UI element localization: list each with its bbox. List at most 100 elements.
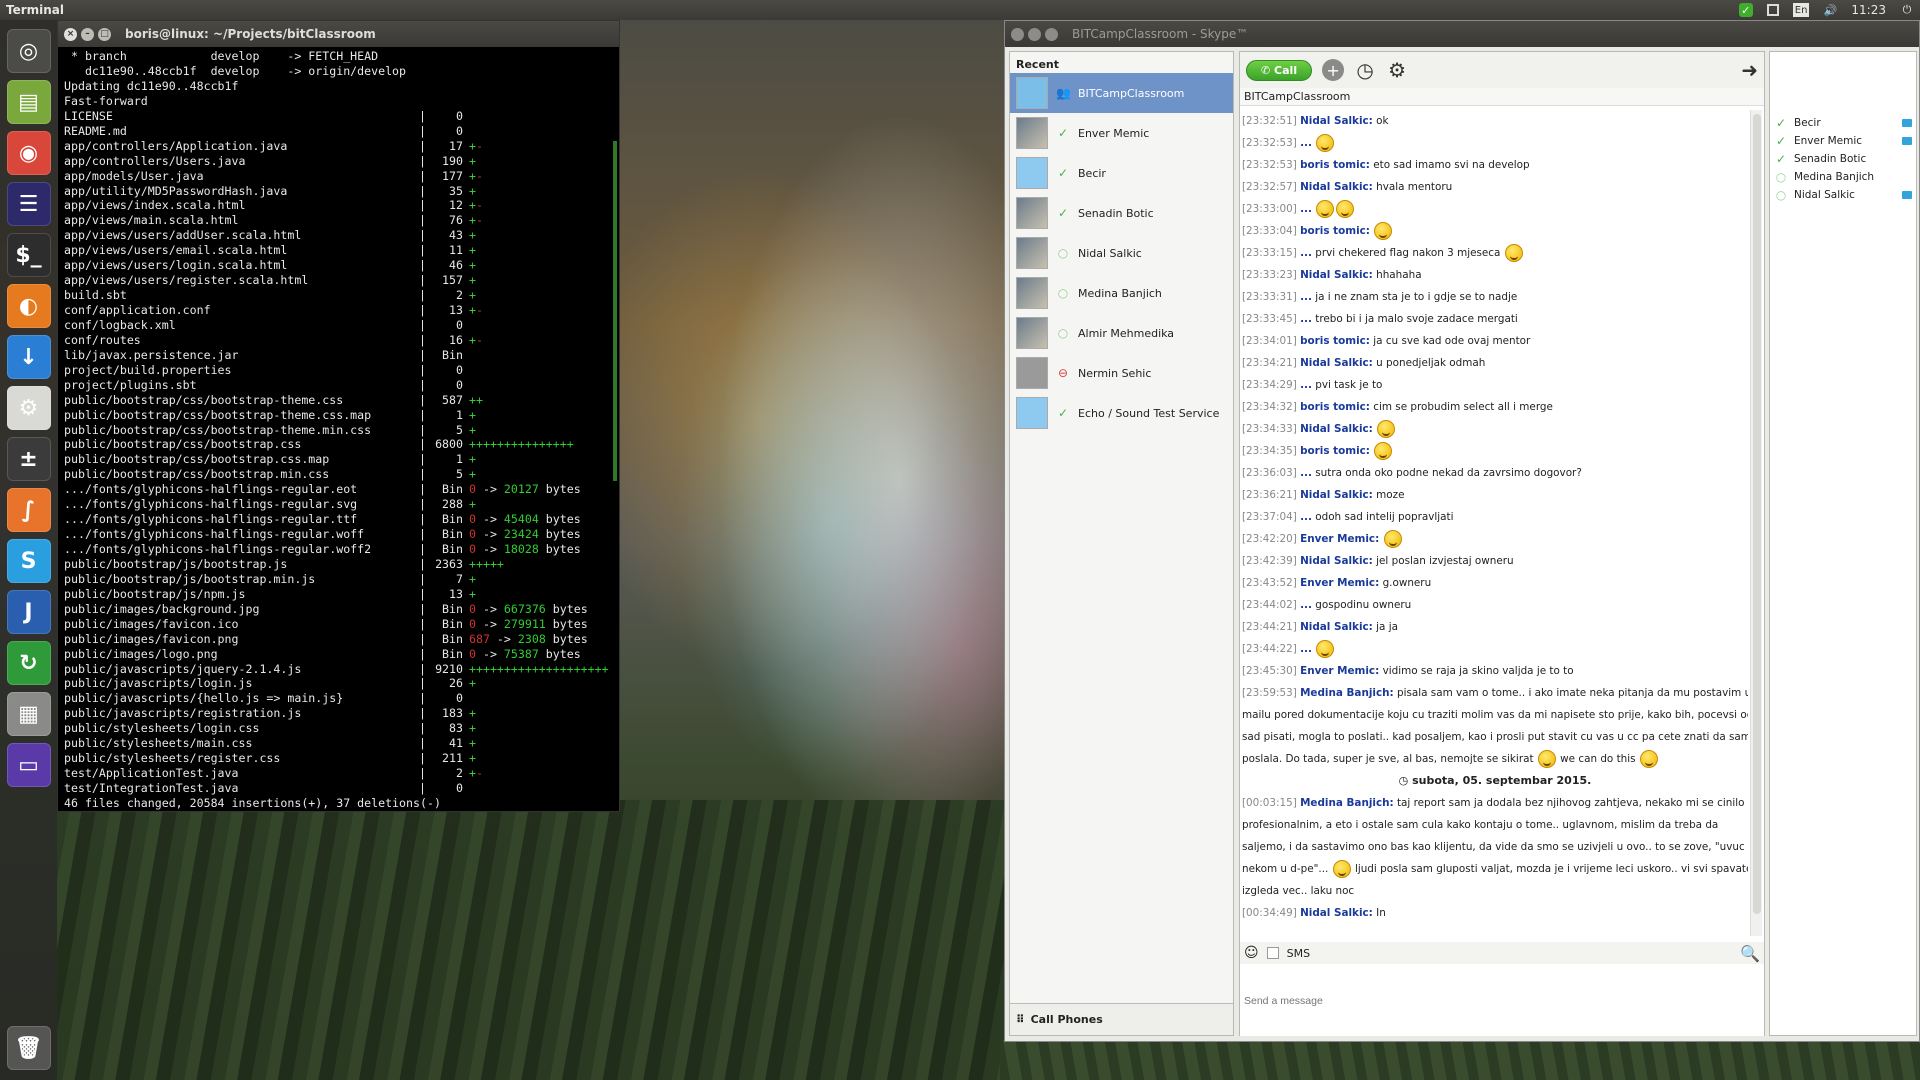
chat-message[interactable]: [23:42:39] Nidal Salkic: jel poslan izvj… xyxy=(1242,550,1748,572)
message-author[interactable]: boris tomic: xyxy=(1300,159,1370,171)
message-author[interactable]: ... xyxy=(1300,203,1312,215)
chat-message[interactable]: mailu pored dokumentacije koju cu trazit… xyxy=(1242,704,1748,726)
launcher-eclipse-icon[interactable]: ☰ xyxy=(6,182,51,226)
message-author[interactable]: Nidal Salkic: xyxy=(1300,907,1373,919)
message-author[interactable]: Nidal Salkic: xyxy=(1300,423,1373,435)
terminal-titlebar[interactable]: × – □ boris@linux: ~/Projects/bitClassro… xyxy=(58,21,619,47)
contact-item[interactable]: ○ Almir Mehmedika xyxy=(1010,313,1233,353)
message-author[interactable]: ... xyxy=(1300,599,1312,611)
chat-message[interactable]: [23:59:53] Medina Banjich: pisala sam va… xyxy=(1242,682,1748,704)
message-author[interactable]: ... xyxy=(1300,379,1312,391)
chat-message[interactable]: [23:33:31] ... ja i ne znam sta je to i … xyxy=(1242,286,1748,308)
message-author[interactable]: Nidal Salkic: xyxy=(1300,115,1373,127)
chat-message[interactable]: [23:33:45] ... trebo bi i ja malo svoje … xyxy=(1242,308,1748,330)
launcher-firefox-icon[interactable]: ◐ xyxy=(6,284,51,328)
participant-item[interactable]: ✓ Enver Memic xyxy=(1770,132,1916,150)
chat-message[interactable]: [23:32:57] Nidal Salkic: hvala mentoru xyxy=(1242,176,1748,198)
chat-message[interactable]: [23:34:01] boris tomic: ja cu sve kad od… xyxy=(1242,330,1748,352)
contact-item[interactable]: 👥 BITCampClassroom xyxy=(1010,73,1233,113)
chat-message[interactable]: [23:36:03] ... sutra onda oko podne neka… xyxy=(1242,462,1748,484)
contact-item[interactable]: ✓ Echo / Sound Test Service xyxy=(1010,393,1233,433)
message-author[interactable]: ... xyxy=(1300,467,1312,479)
call-button[interactable]: ✆ Call xyxy=(1246,59,1313,81)
message-input[interactable] xyxy=(1240,966,1764,1036)
maximize-icon[interactable] xyxy=(1045,27,1058,41)
message-author[interactable]: Nidal Salkic: xyxy=(1300,181,1373,193)
terminal-window[interactable]: × – □ boris@linux: ~/Projects/bitClassro… xyxy=(57,20,620,812)
message-author[interactable]: Medina Banjich: xyxy=(1300,797,1394,809)
emoticon-icon[interactable]: ☺ xyxy=(1244,945,1259,961)
chat-message[interactable]: [23:34:33] Nidal Salkic: xyxy=(1242,418,1748,440)
chat-message[interactable]: [23:33:23] Nidal Salkic: hhahaha xyxy=(1242,264,1748,286)
message-author[interactable]: ... xyxy=(1300,643,1312,655)
chat-message[interactable]: [23:45:30] Enver Memic: vidimo se raja j… xyxy=(1242,660,1748,682)
launcher-workspaces-icon[interactable]: ▦ xyxy=(6,692,51,736)
chat-message[interactable]: [23:44:02] ... gospodinu owneru xyxy=(1242,594,1748,616)
message-author[interactable]: Nidal Salkic: xyxy=(1300,621,1373,633)
message-author[interactable]: Nidal Salkic: xyxy=(1300,269,1373,281)
launcher-downloads-icon[interactable]: ↓ xyxy=(6,335,51,379)
chat-message[interactable]: [23:34:35] boris tomic: xyxy=(1242,440,1748,462)
terminal-output[interactable]: * branch develop -> FETCH_HEAD dc11e90..… xyxy=(58,47,619,813)
message-author[interactable]: ... xyxy=(1300,511,1312,523)
chat-message[interactable]: [23:44:21] Nidal Salkic: ja ja xyxy=(1242,616,1748,638)
minimize-icon[interactable]: – xyxy=(81,27,94,41)
clock[interactable]: 11:23 xyxy=(1851,3,1886,17)
chat-message[interactable]: [23:44:22] ... xyxy=(1242,638,1748,660)
launcher-terminal-icon[interactable]: $_ xyxy=(6,233,51,277)
participant-item[interactable]: ○ Nidal Salkic xyxy=(1770,186,1916,204)
chat-message[interactable]: nekom u d-pe"... ljudi posla sam glupost… xyxy=(1242,858,1748,880)
launcher-files-icon[interactable]: ▤ xyxy=(6,80,51,124)
skype-titlebar[interactable]: BITCampClassroom - Skype™ xyxy=(1005,21,1919,47)
contact-item[interactable]: ✓ Becir xyxy=(1010,153,1233,193)
chat-message[interactable]: [23:34:29] ... pvi task je to xyxy=(1242,374,1748,396)
message-author[interactable]: boris tomic: xyxy=(1300,225,1370,237)
window-indicator-icon[interactable] xyxy=(1766,4,1779,16)
chat-message[interactable]: [23:34:21] Nidal Salkic: u ponedjeljak o… xyxy=(1242,352,1748,374)
contact-item[interactable]: ○ Medina Banjich xyxy=(1010,273,1233,313)
power-icon[interactable]: ⏻ xyxy=(1900,3,1914,17)
launcher-settings-icon[interactable]: ⚙ xyxy=(6,386,51,430)
chat-message[interactable]: poslala. Do tada, super je sve, al bas, … xyxy=(1242,748,1748,770)
skype-window[interactable]: BITCampClassroom - Skype™ Recent 👥 BITCam… xyxy=(1004,20,1920,1042)
chat-message[interactable]: profesionalnim, a eto i ostale sam cula … xyxy=(1242,814,1748,836)
chat-scroll-thumb[interactable] xyxy=(1753,114,1761,914)
chat-message[interactable]: [23:43:52] Enver Memic: g.owneru xyxy=(1242,572,1748,594)
chat-message[interactable]: [23:37:04] ... odoh sad intelij popravlj… xyxy=(1242,506,1748,528)
chat-scrollbar[interactable] xyxy=(1750,110,1762,936)
launcher-desktop-icon[interactable]: ▭ xyxy=(6,743,51,787)
chat-message[interactable]: [23:36:21] Nidal Salkic: moze xyxy=(1242,484,1748,506)
maximize-icon[interactable]: □ xyxy=(98,27,111,41)
chat-message[interactable]: [23:34:32] boris tomic: cim se probudim … xyxy=(1242,396,1748,418)
contact-item[interactable]: ○ Nidal Salkic xyxy=(1010,233,1233,273)
chat-message[interactable]: [23:32:53] boris tomic: eto sad imamo sv… xyxy=(1242,154,1748,176)
gear-icon[interactable]: ⚙ xyxy=(1386,58,1408,82)
sms-checkbox[interactable] xyxy=(1266,947,1279,959)
participant-item[interactable]: ○ Medina Banjich xyxy=(1770,168,1916,186)
call-phones-button[interactable]: ⠿ Call Phones xyxy=(1010,1003,1233,1035)
message-author[interactable]: boris tomic: xyxy=(1300,335,1370,347)
contact-item[interactable]: ✓ Enver Memic xyxy=(1010,113,1233,153)
launcher-intellij-icon[interactable]: J xyxy=(6,590,51,634)
chat-message[interactable]: [23:32:51] Nidal Salkic: ok xyxy=(1242,110,1748,132)
launcher-sublime-icon[interactable]: ∫ xyxy=(6,488,51,532)
chat-message[interactable]: [23:33:15] ... prvi chekered flag nakon … xyxy=(1242,242,1748,264)
message-author[interactable]: ... xyxy=(1300,247,1312,259)
skype-status-icon[interactable]: ✓ xyxy=(1738,3,1753,17)
message-author[interactable]: Enver Memic: xyxy=(1300,665,1379,677)
message-author[interactable]: ... xyxy=(1300,291,1312,303)
message-author[interactable]: Nidal Salkic: xyxy=(1300,357,1373,369)
chat-message[interactable]: [23:42:20] Enver Memic: xyxy=(1242,528,1748,550)
close-icon[interactable]: × xyxy=(64,27,77,41)
participant-item[interactable]: ✓ Becir xyxy=(1770,114,1916,132)
search-icon[interactable]: 🔍 xyxy=(1740,944,1760,963)
keyboard-layout[interactable]: En xyxy=(1792,3,1810,17)
message-author[interactable]: Nidal Salkic: xyxy=(1300,555,1373,567)
message-author[interactable]: Medina Banjich: xyxy=(1300,687,1394,699)
minimize-icon[interactable] xyxy=(1028,27,1041,41)
arrow-right-icon[interactable]: ➜ xyxy=(1741,58,1758,82)
contact-item[interactable]: ✓ Senadin Botic xyxy=(1010,193,1233,233)
message-author[interactable]: Enver Memic: xyxy=(1300,533,1379,545)
chat-history[interactable]: [23:32:51] Nidal Salkic: ok [23:32:53] .… xyxy=(1240,110,1748,936)
launcher-skype-icon[interactable]: S xyxy=(6,539,51,583)
